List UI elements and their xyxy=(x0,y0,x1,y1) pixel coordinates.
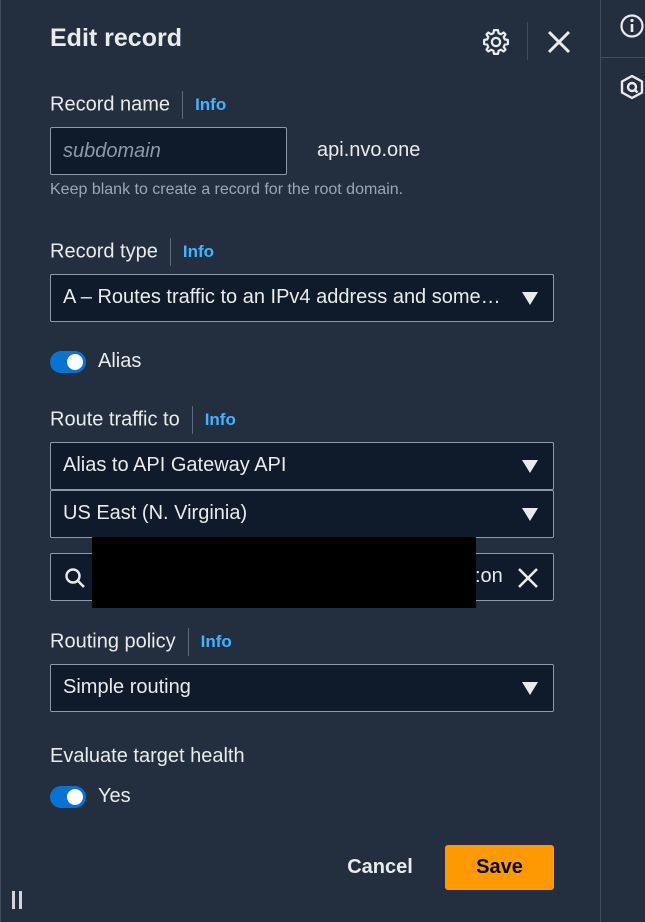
alias-toggle[interactable] xyxy=(50,351,86,373)
routing-policy-select[interactable]: Simple routing xyxy=(50,664,554,712)
record-name-placeholder: subdomain xyxy=(63,140,161,162)
cancel-button[interactable]: Cancel xyxy=(331,845,429,889)
record-type-value: A – Routes traffic to an IPv4 address an… xyxy=(63,286,503,308)
record-name-input[interactable]: subdomain xyxy=(50,127,287,175)
clear-icon[interactable] xyxy=(516,566,540,590)
routing-policy-label: Routing policy xyxy=(50,630,176,653)
health-toggle[interactable] xyxy=(50,786,86,808)
record-name-info-link[interactable]: Info xyxy=(195,95,226,115)
record-type-info-link[interactable]: Info xyxy=(183,242,214,262)
search-icon xyxy=(63,566,87,590)
endpoint-select[interactable]: Alias to API Gateway API xyxy=(50,442,554,490)
record-name-label: Record name xyxy=(50,93,171,116)
domain-suffix: api.nvo.one xyxy=(317,139,421,161)
routing-policy-value: Simple routing xyxy=(63,676,191,698)
toggle-knob xyxy=(67,789,83,805)
route-traffic-info-link[interactable]: Info xyxy=(205,410,236,430)
routing-policy-label-row: Routing policy Info xyxy=(50,628,232,656)
info-divider xyxy=(182,91,184,119)
caret-down-icon xyxy=(522,682,538,695)
info-divider xyxy=(187,628,189,656)
redaction-block xyxy=(92,537,476,608)
health-label: Evaluate target health xyxy=(50,745,245,767)
toggle-knob xyxy=(67,354,83,370)
close-icon[interactable] xyxy=(544,27,574,57)
route-traffic-label-row: Route traffic to Info xyxy=(50,406,236,434)
route-traffic-label: Route traffic to xyxy=(50,408,180,431)
header-divider xyxy=(527,22,528,60)
region-select[interactable]: US East (N. Virginia) xyxy=(50,490,554,538)
record-type-label: Record type xyxy=(50,240,158,263)
resize-handle-icon[interactable] xyxy=(12,891,24,909)
panel-title: Edit record xyxy=(50,24,182,52)
info-circle-icon[interactable] xyxy=(619,13,645,39)
caret-down-icon xyxy=(522,460,538,473)
rail-divider xyxy=(601,57,645,58)
health-toggle-label: Yes xyxy=(98,785,131,807)
record-name-hint: Keep blank to create a record for the ro… xyxy=(50,181,404,198)
caret-down-icon xyxy=(522,508,538,521)
record-type-select[interactable]: A – Routes traffic to an IPv4 address an… xyxy=(50,274,554,322)
edit-record-panel: Edit record Record name Info subdomain ap… xyxy=(0,0,600,922)
record-name-label-row: Record name Info xyxy=(50,91,226,119)
routing-policy-info-link[interactable]: Info xyxy=(201,632,232,652)
gear-icon[interactable] xyxy=(481,27,511,57)
caret-down-icon xyxy=(522,292,538,305)
side-rail xyxy=(600,0,645,922)
region-value: US East (N. Virginia) xyxy=(63,502,248,524)
alias-label: Alias xyxy=(98,350,142,372)
info-divider xyxy=(191,406,193,434)
endpoint-value: Alias to API Gateway API xyxy=(63,454,287,476)
search-value-fragment: :on xyxy=(475,565,503,587)
save-button[interactable]: Save xyxy=(445,845,554,890)
hexagon-icon[interactable] xyxy=(619,74,645,100)
info-divider xyxy=(169,238,171,266)
record-type-label-row: Record type Info xyxy=(50,238,214,266)
